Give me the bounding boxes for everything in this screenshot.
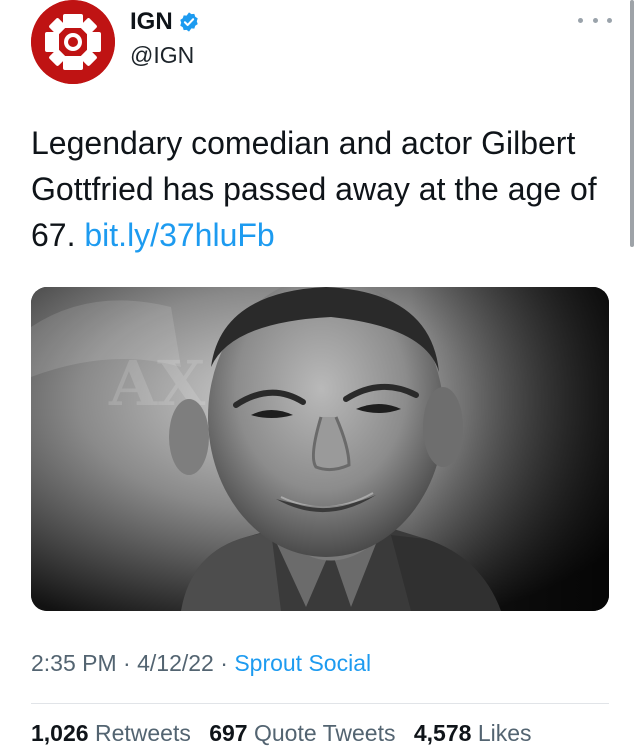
likes-count: 4,578: [413, 720, 472, 746]
tweet-date[interactable]: 4/12/22: [137, 650, 214, 676]
likes-stat[interactable]: 4,578 Likes: [414, 720, 532, 746]
retweets-count: 1,026: [31, 720, 89, 746]
tweet-media[interactable]: AX: [31, 287, 609, 611]
author-name-row[interactable]: IGN: [130, 8, 200, 36]
retweets-stat[interactable]: 1,026 Retweets: [31, 720, 191, 746]
meta-separator: ·: [123, 650, 131, 676]
tweet-link[interactable]: bit.ly/37hluFb: [84, 217, 274, 253]
quote-tweets-count: 697: [209, 720, 248, 746]
handle[interactable]: @IGN: [130, 42, 194, 69]
more-dot: [607, 17, 612, 23]
quote-tweets-label: Quote Tweets: [253, 720, 396, 746]
more-dot: [592, 17, 598, 23]
portrait-photo: AX: [31, 287, 609, 611]
quote-tweets-stat[interactable]: 697 Quote Tweets: [209, 720, 395, 746]
more-options-icon[interactable]: [578, 10, 612, 30]
avatar[interactable]: [31, 0, 115, 84]
tweet-source[interactable]: Sprout Social: [234, 650, 371, 676]
tweet-time[interactable]: 2:35 PM: [31, 650, 117, 676]
more-dot: [578, 17, 583, 23]
tweet-metadata: 2:35 PM · 4/12/22 · Sprout Social: [31, 650, 371, 677]
likes-label: Likes: [477, 720, 532, 746]
display-name[interactable]: IGN: [130, 8, 173, 36]
meta-separator: ·: [220, 650, 228, 676]
tweet-text: Legendary comedian and actor Gilbert Got…: [31, 120, 621, 258]
divider: [31, 703, 609, 704]
retweets-label: Retweets: [94, 720, 191, 746]
scrollbar[interactable]: [630, 0, 634, 247]
verified-badge-icon: [179, 12, 198, 32]
ign-logo-icon: [31, 0, 115, 84]
